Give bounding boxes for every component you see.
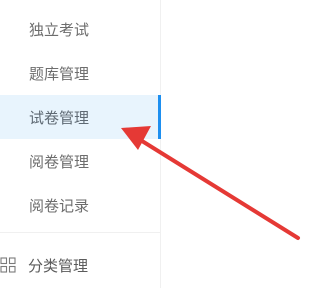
sidebar-item-label: 阅卷管理 bbox=[29, 152, 90, 171]
sidebar-group-label: 分类管理 bbox=[28, 256, 89, 275]
sidebar-divider bbox=[0, 232, 161, 233]
sidebar-item-grading-records[interactable]: 阅卷记录 bbox=[0, 183, 161, 227]
sidebar: 独立考试 题库管理 试卷管理 阅卷管理 阅卷记录 分类管理 bbox=[0, 0, 161, 288]
main-content bbox=[161, 0, 321, 288]
sidebar-item-label: 阅卷记录 bbox=[29, 196, 90, 215]
sidebar-item-question-bank[interactable]: 题库管理 bbox=[0, 51, 161, 95]
sidebar-item-label: 独立考试 bbox=[29, 20, 90, 39]
sidebar-item-label: 试卷管理 bbox=[29, 108, 90, 127]
sidebar-item-grading-management[interactable]: 阅卷管理 bbox=[0, 139, 161, 183]
sidebar-item-label: 题库管理 bbox=[29, 64, 90, 83]
grid-icon bbox=[0, 257, 16, 273]
sidebar-item-paper-management[interactable]: 试卷管理 bbox=[0, 95, 161, 139]
sidebar-group-category-management[interactable]: 分类管理 bbox=[0, 243, 161, 287]
sidebar-item-standalone-exam[interactable]: 独立考试 bbox=[0, 7, 161, 51]
